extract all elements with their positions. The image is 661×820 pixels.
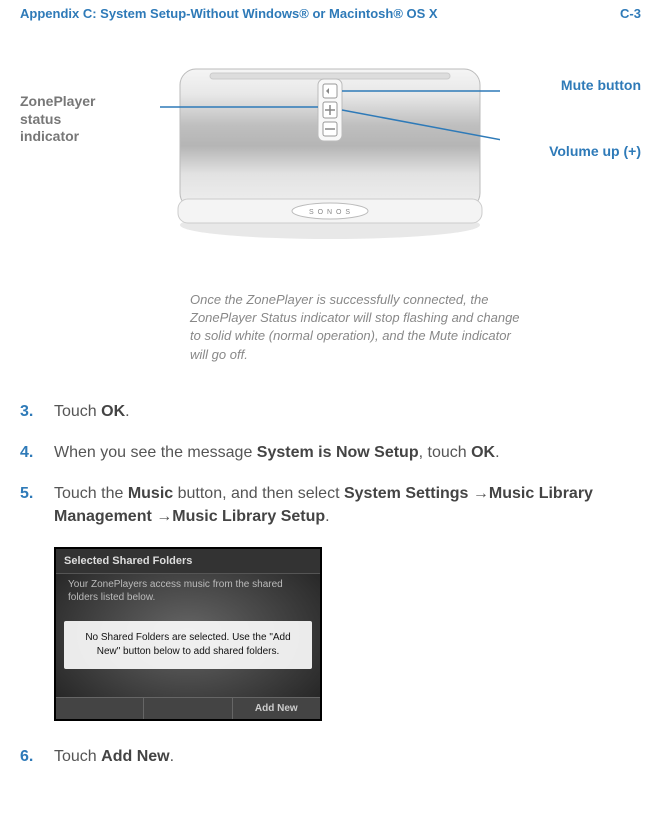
mute-icon bbox=[323, 84, 337, 98]
status-indicator-label: ZonePlayer status indicator bbox=[20, 93, 110, 146]
screenshot-softkey-1[interactable] bbox=[56, 698, 143, 719]
controller-screenshot: Selected Shared Folders Your ZonePlayers… bbox=[54, 547, 322, 721]
step-6: 6. Touch Add New. bbox=[20, 745, 641, 768]
sonos-logo: S O N O S bbox=[309, 209, 351, 216]
diagram-caption: Once the ZonePlayer is successfully conn… bbox=[190, 291, 530, 364]
volume-up-label: Volume up (+) bbox=[549, 143, 641, 159]
volume-down-icon bbox=[323, 122, 337, 136]
add-new-button[interactable]: Add New bbox=[232, 698, 320, 719]
step-3: 3. Touch OK. bbox=[20, 400, 641, 423]
screenshot-title: Selected Shared Folders bbox=[56, 549, 320, 574]
zoneplayer-diagram: ZonePlayer status indicator Mute button … bbox=[20, 47, 641, 277]
screenshot-button-bar: Add New bbox=[56, 697, 320, 719]
header-left: Appendix C: System Setup-Without Windows… bbox=[20, 6, 438, 21]
step-4: 4. When you see the message System is No… bbox=[20, 441, 641, 464]
page-number: C-3 bbox=[620, 6, 641, 21]
screenshot-message: No Shared Folders are selected. Use the … bbox=[64, 621, 312, 669]
volume-up-icon bbox=[323, 102, 337, 118]
screenshot-softkey-2[interactable] bbox=[143, 698, 231, 719]
screenshot-subtitle: Your ZonePlayers access music from the s… bbox=[56, 574, 320, 615]
mute-button-label: Mute button bbox=[561, 77, 641, 93]
zoneplayer-illustration: S O N O S bbox=[160, 57, 500, 267]
step-5: 5. Touch the Music button, and then sele… bbox=[20, 482, 641, 528]
